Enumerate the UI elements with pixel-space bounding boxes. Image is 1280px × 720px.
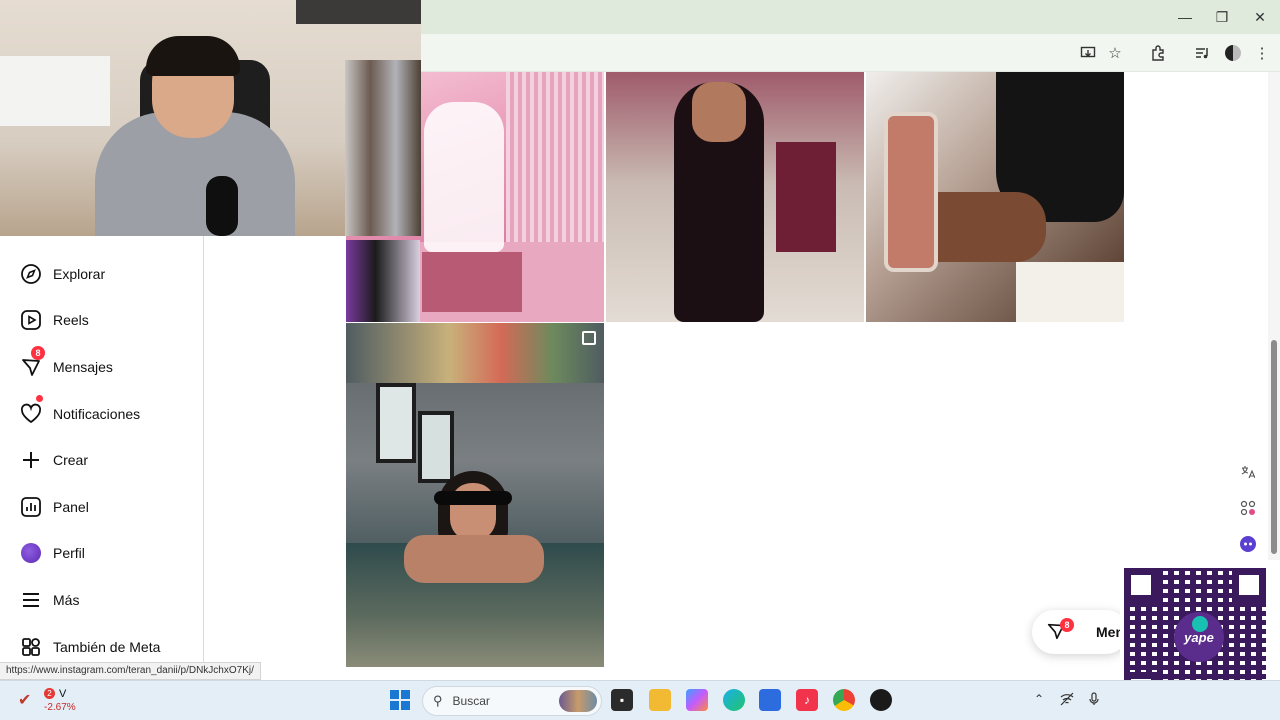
window [418,411,454,483]
sidebar-item-label: Mensajes [53,359,113,375]
instagram-sidebar: Explorar Reels 8 Mensajes Notificaciones [0,236,204,680]
sidebar-item-label: Reels [53,312,89,328]
sidebar-item-mas[interactable]: Más [0,580,204,620]
status-url: https://www.instagram.com/teran_danii/p/… [0,662,261,680]
webcam-microphone [206,176,238,236]
bag [1016,262,1124,322]
sidebar-item-label: Explorar [53,266,106,282]
copilot-icon[interactable] [686,689,708,711]
sidebar-item-label: También de Meta [53,639,161,655]
apps-icon[interactable] [1238,498,1258,518]
arms [404,535,544,583]
sidebar-item-label: Crear [53,452,89,468]
webcam-whiteboard [0,56,110,126]
stock-badge: 2 [44,688,55,699]
microphone-icon[interactable] [1088,692,1100,709]
roof [346,323,604,383]
yape-badge [1192,616,1208,632]
close-button[interactable]: ✕ [1245,6,1275,28]
music-icon[interactable]: ♪ [796,689,818,711]
messages-badge: 8 [31,346,45,360]
stock-change: -2.67% [44,702,76,713]
reels-icon [19,308,43,332]
torso [692,82,746,142]
sidebar-item-notificaciones[interactable]: Notificaciones [0,394,204,434]
sidebar-item-mensajes[interactable]: 8 Mensajes [0,346,204,387]
profile-icon[interactable] [1222,42,1244,64]
dashboard-icon [19,495,43,519]
post-thumbnail-pool[interactable] [346,323,604,667]
qr-finder [1232,568,1266,602]
webcam-overlay [0,0,421,236]
messages-badge: 8 [1060,618,1074,632]
search-icon: ⚲ [433,693,443,708]
taskbar-search[interactable]: ⚲ Buscar [422,686,602,716]
tray-chevron-icon[interactable]: ⌃ [1034,692,1044,706]
search-placeholder: Buscar [452,694,490,708]
chair [776,142,836,252]
edge-icon[interactable] [723,689,745,711]
scrollbar-thumb[interactable] [1271,340,1277,554]
compass-icon [19,262,43,286]
translate-icon[interactable] [1238,462,1258,482]
post-thumbnail-mirror-selfie[interactable] [866,72,1124,322]
sidebar-item-crear[interactable]: Crear [0,440,204,480]
sidebar-item-label: Notificaciones [53,406,141,422]
stock-widget[interactable]: ✔ 2 V -2.67% [16,684,86,716]
search-highlight-art [559,690,597,712]
screen: — ❐ ✕ ☆ ⋮ Explorar Reels 8 Mensajes Noti… [0,0,1280,720]
post-thumbnail-black-dress[interactable] [606,72,864,322]
windows-start-icon[interactable] [390,690,410,710]
sidebar-item-explorar[interactable]: Explorar [0,254,204,294]
extensions-icon[interactable] [1147,42,1169,64]
window [376,383,416,463]
stock-name: V [59,688,67,700]
avatar-wrapper [19,541,43,565]
assistant-icon[interactable] [1238,534,1258,554]
avatar [21,543,41,563]
webcam-hair [146,36,240,76]
store-icon[interactable] [759,689,781,711]
qr-finder [1124,568,1158,602]
notification-dot [36,395,43,402]
person-legs [346,240,420,322]
messages-pill[interactable]: 8 Mensa [1032,610,1128,654]
menu-icon[interactable]: ⋮ [1251,42,1273,64]
stock-check-icon: ✔ [18,692,32,709]
plus-icon [19,448,43,472]
meta-apps-icon [19,635,43,659]
phone [884,112,938,272]
media-icon[interactable] [1191,42,1213,64]
install-icon[interactable] [1077,42,1099,64]
sidebar-item-reels[interactable]: Reels [0,300,204,340]
webcam-clothes [345,60,421,236]
carousel-icon [582,331,596,345]
page-scrollbar[interactable] [1268,72,1280,560]
heart-icon [19,402,43,426]
webcam-shelf [296,0,421,24]
hamburger-icon [19,588,43,612]
network-icon[interactable] [1060,692,1074,709]
sidebar-item-panel[interactable]: Panel [0,487,204,527]
sidebar-item-label: Más [53,592,80,608]
sidebar-item-label: Perfil [53,545,85,561]
sidebar-item-perfil[interactable]: Perfil [0,533,204,573]
minimize-button[interactable]: — [1170,6,1200,28]
sidebar-item-tambien-de-meta[interactable]: También de Meta [0,627,204,667]
hello-kitty-figure [424,102,504,252]
sidebar-item-label: Panel [53,499,89,515]
bookmark-star-icon[interactable]: ☆ [1104,42,1126,64]
app-icon[interactable] [870,689,892,711]
terminal-icon[interactable]: ▪ [611,689,633,711]
restore-button[interactable]: ❐ [1207,6,1237,28]
sunglasses [434,491,512,505]
file-explorer-icon[interactable] [649,689,671,711]
cart [422,252,522,312]
chrome-icon[interactable] [833,689,855,711]
